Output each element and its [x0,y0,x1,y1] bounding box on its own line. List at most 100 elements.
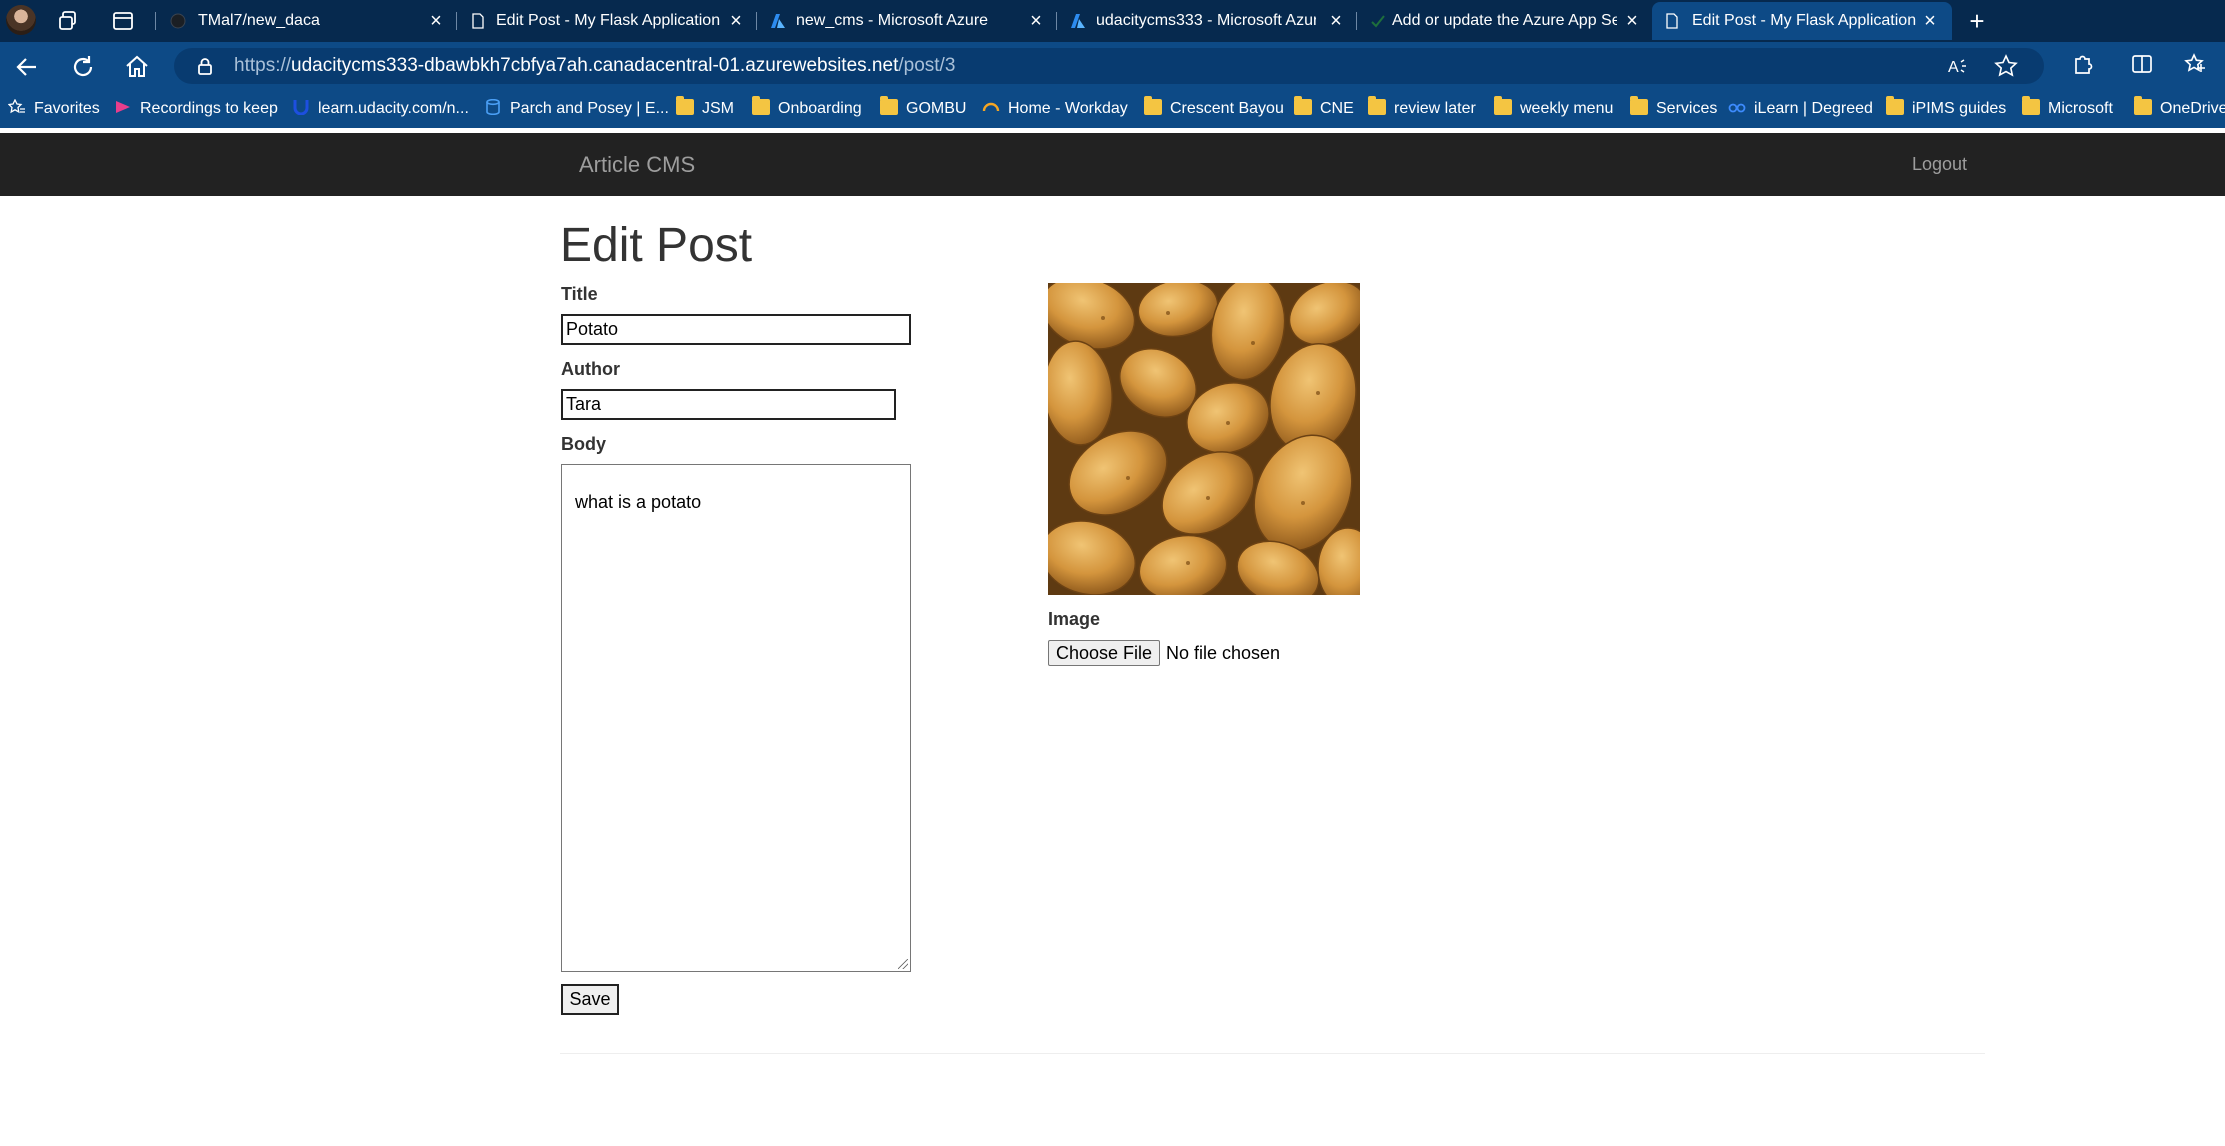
post-image [1048,283,1360,595]
url-scheme: https:// [234,55,292,76]
potato-image [1048,283,1360,595]
tab-label: Edit Post - My Flask Application [1692,12,1917,29]
divider [560,1053,1985,1054]
favorite-label: Onboarding [778,100,862,117]
save-button[interactable]: Save [561,984,619,1015]
favorite-folder-crescent-bayou[interactable]: Crescent Bayou [1144,90,1284,128]
close-icon[interactable]: × [1920,2,1940,40]
author-label: Author [561,359,620,379]
favorite-folder-weekly-menu[interactable]: weekly menu [1494,90,1613,128]
folder-icon [752,95,770,115]
tab-edit-post-active[interactable]: Edit Post - My Flask Application × [1652,2,1952,40]
favorite-label: review later [1394,100,1476,117]
database-icon [486,98,500,115]
udacity-icon [293,99,309,115]
favorite-label: Parch and Posey | E... [510,100,669,117]
favorite-label: learn.udacity.com/n... [318,100,469,117]
github-icon [170,13,186,29]
tab-actions-icon[interactable] [110,8,136,34]
body-text: what is a potato [575,492,702,512]
favorite-folder-ipims[interactable]: iPIMS guides [1886,90,2006,128]
title-label: Title [561,284,598,304]
favorite-recordings[interactable]: Recordings to keep [114,90,278,128]
resize-handle-icon[interactable] [898,959,908,969]
favorite-folder-review-later[interactable]: review later [1368,90,1476,128]
logout-link[interactable]: Logout [1912,133,1967,196]
favorite-udacity[interactable]: learn.udacity.com/n... [292,90,469,128]
tab-udacitycms-azure[interactable]: udacitycms333 - Microsoft Azure × [1058,2,1354,40]
tab-label: Add or update the Azure App Ser [1392,12,1617,29]
url-text[interactable]: https://udacitycms333-dbawbkh7cbfya7ah.c… [234,48,955,84]
favorite-folder-onboarding[interactable]: Onboarding [752,90,862,128]
url-path: /post/3 [898,55,956,76]
favorite-folder-gombu[interactable]: GOMBU [880,90,966,128]
favorite-folder-services[interactable]: Services [1630,90,1717,128]
favorite-label: Home - Workday [1008,100,1128,117]
degreed-icon [1728,103,1746,113]
tab-label: new_cms - Microsoft Azure [796,12,989,29]
profile-avatar[interactable] [6,5,36,35]
body-label: Body [561,434,606,454]
folder-icon [1368,95,1386,115]
favorite-star-icon[interactable] [1992,52,2020,80]
home-icon[interactable] [122,52,152,82]
svg-text:A: A [1948,59,1959,76]
favorites-label: Favorites [34,100,100,117]
page-title: Edit Post [560,219,753,272]
close-icon[interactable]: × [1326,2,1346,40]
browser-toolbar: https://udacitycms333-dbawbkh7cbfya7ah.c… [0,42,2225,90]
favorites-collection-icon[interactable] [2182,50,2210,78]
favorite-workday[interactable]: Home - Workday [982,90,1128,128]
workspaces-icon[interactable] [56,8,82,34]
folder-icon [1630,95,1648,115]
favorite-folder-jsm[interactable]: JSM [676,90,734,128]
folder-icon [1886,95,1904,115]
azure-icon [771,14,785,28]
favorite-parch-posey[interactable]: Parch and Posey | E... [484,90,669,128]
favorite-label: GOMBU [906,100,967,117]
tab-new-cms-azure[interactable]: new_cms - Microsoft Azure × [758,2,1054,40]
author-input[interactable] [561,389,896,420]
close-icon[interactable]: × [1622,2,1642,40]
split-screen-icon[interactable] [2128,50,2156,78]
read-aloud-icon[interactable]: A [1944,52,1972,80]
folder-icon [1494,95,1512,115]
address-bar[interactable]: https://udacitycms333-dbawbkh7cbfya7ah.c… [174,48,2044,84]
favorite-label: Microsoft [2048,100,2113,117]
favorites-menu[interactable]: Favorites [8,90,100,128]
close-icon[interactable]: × [426,2,446,40]
favorite-folder-cne[interactable]: CNE [1294,90,1354,128]
body-textarea[interactable]: what is a potato [561,464,911,972]
favorite-label: Recordings to keep [140,100,278,117]
folder-icon [1144,95,1162,115]
tab-azure-docs[interactable]: Add or update the Azure App Ser × [1358,2,1654,40]
title-input[interactable] [561,314,911,345]
favorite-label: weekly menu [1520,100,1614,117]
tab-edit-post-1[interactable]: Edit Post - My Flask Application × [458,2,754,40]
tab-label: Edit Post - My Flask Application [496,12,721,29]
app-navbar: Article CMS Logout [0,133,2225,196]
folder-icon [1294,95,1312,115]
favorite-ilearn-degreed[interactable]: iLearn | Degreed [1728,90,1873,128]
lock-icon[interactable] [196,57,214,75]
favorite-label: JSM [702,100,734,117]
favorite-label: OneDrive [2160,100,2225,117]
close-icon[interactable]: × [726,2,746,40]
brand-link[interactable]: Article CMS [579,133,695,196]
refresh-icon[interactable] [68,52,98,82]
back-icon[interactable] [12,52,42,82]
favorite-folder-onedrive[interactable]: OneDrive [2134,90,2225,128]
favorite-label: iPIMS guides [1912,100,2007,117]
docs-icon [1371,15,1385,28]
choose-file-button[interactable]: Choose File [1048,640,1160,666]
favorite-folder-microsoft[interactable]: Microsoft [2022,90,2113,128]
close-icon[interactable]: × [1026,2,1046,40]
new-tab-icon[interactable]: + [1964,8,1990,34]
file-status-text: No file chosen [1166,643,1281,663]
tab-github[interactable]: TMal7/new_daca × [158,2,454,40]
page-icon [1666,13,1678,29]
folder-icon [676,95,694,115]
extensions-icon[interactable] [2068,50,2096,78]
favorite-label: Crescent Bayou [1170,100,1284,117]
favorite-label: Services [1656,100,1718,117]
